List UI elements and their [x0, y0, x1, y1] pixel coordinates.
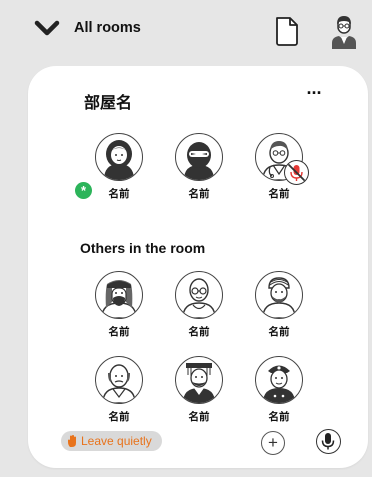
avatar	[255, 271, 303, 319]
police-officer-icon	[263, 365, 295, 403]
listener-3[interactable]: 名前	[250, 271, 310, 343]
participant-name: 名前	[108, 326, 130, 338]
chinese-emperor-icon	[183, 363, 215, 403]
document-button[interactable]	[274, 15, 300, 47]
others-section-title: Others in the room	[80, 240, 206, 256]
avatar	[175, 271, 223, 319]
listener-4[interactable]: 名前	[90, 356, 150, 428]
participant-name: 名前	[108, 188, 130, 200]
listener-5[interactable]: 名前	[170, 356, 230, 428]
old-man-icon	[102, 364, 136, 403]
speaker-3[interactable]: 名前	[250, 133, 310, 205]
participant-name: 名前	[108, 411, 130, 423]
arab-man-icon	[101, 280, 137, 318]
all-rooms-toggle[interactable]: All rooms	[34, 20, 141, 36]
bald-glasses-man-icon	[182, 278, 216, 318]
hijab-woman-icon	[104, 140, 134, 180]
more-options-button[interactable]: ···	[301, 84, 327, 106]
listener-6[interactable]: 名前	[250, 356, 310, 428]
leave-quietly-button[interactable]: Leave quietly	[61, 431, 162, 451]
avatar	[175, 356, 223, 404]
muted-mic-icon	[288, 164, 305, 181]
participant-name: 名前	[188, 326, 210, 338]
room-card: 部屋名 ··· * 名前 名前 名前 Others in the room 名前…	[28, 66, 368, 468]
listener-1[interactable]: 名前	[90, 271, 150, 343]
turban-man-icon	[262, 277, 296, 318]
avatar	[175, 133, 223, 181]
top-bar: All rooms	[0, 0, 372, 64]
raised-hand-icon	[68, 435, 76, 447]
participant-name: 名前	[268, 411, 290, 423]
avatar	[95, 356, 143, 404]
participant-name: 名前	[268, 326, 290, 338]
speaker-1[interactable]: * 名前	[75, 133, 150, 205]
participant-name: 名前	[188, 188, 210, 200]
listener-2[interactable]: 名前	[170, 271, 230, 343]
participant-name: 名前	[268, 188, 290, 200]
room-name: 部屋名	[84, 95, 133, 112]
user-avatar-icon	[332, 16, 356, 49]
avatar	[95, 271, 143, 319]
avatar	[95, 133, 143, 181]
ninja-icon	[184, 142, 214, 180]
chevron-down-icon	[34, 20, 60, 36]
microphone-icon	[321, 433, 335, 450]
muted-mic-badge	[284, 160, 309, 185]
user-avatar[interactable]	[330, 15, 358, 49]
all-rooms-label: All rooms	[74, 20, 141, 36]
add-button[interactable]: +	[261, 431, 285, 455]
participant-name: 名前	[188, 411, 210, 423]
speaker-2[interactable]: 名前	[170, 133, 230, 205]
document-icon	[276, 17, 298, 46]
avatar	[255, 356, 303, 404]
microphone-button[interactable]	[316, 429, 341, 454]
leave-quietly-label: Leave quietly	[81, 434, 152, 448]
